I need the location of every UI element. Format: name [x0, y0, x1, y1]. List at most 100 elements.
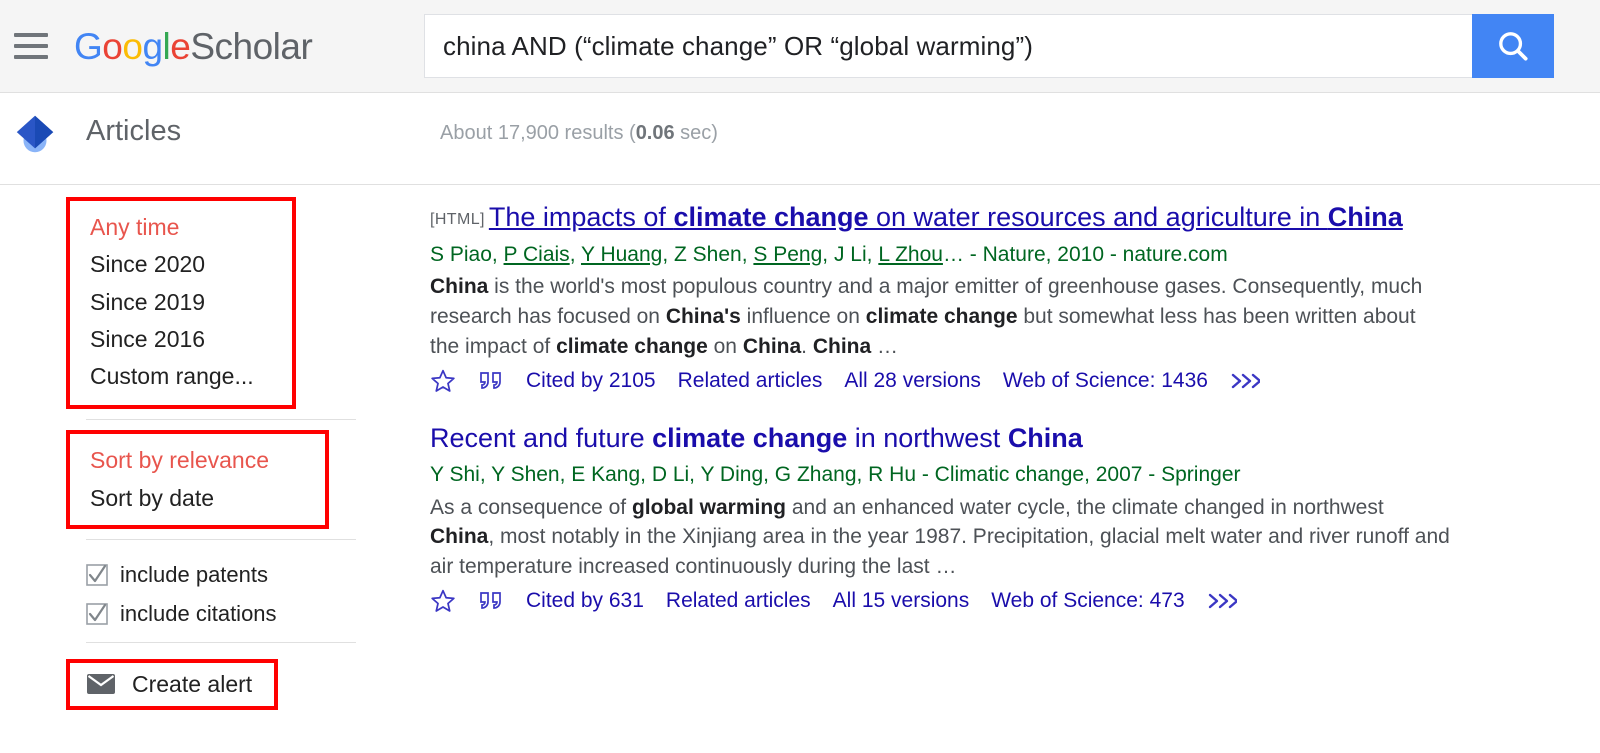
result-type-tag: [HTML] [430, 211, 485, 228]
title-text: The impacts of [488, 202, 674, 232]
result-title-link[interactable]: Recent and future climate change in nort… [430, 423, 1083, 453]
checkbox-group: include patents include citations [86, 550, 430, 625]
checkbox-label-1: include citations [120, 600, 277, 626]
title-text: Recent and future [430, 422, 653, 453]
related-articles-link[interactable]: Related articles [666, 589, 811, 613]
create-alert-button[interactable]: Create alert [70, 663, 274, 706]
create-alert-label: Create alert [132, 670, 253, 697]
sidebar-divider [86, 641, 356, 643]
cited-by-link[interactable]: Cited by 631 [526, 589, 644, 613]
quote-icon[interactable] [478, 590, 504, 612]
author-link[interactable]: Y Huang [581, 243, 662, 266]
sidebar: Any time Since 2020 Since 2019 Since 2016 Cu… [0, 185, 430, 753]
logo-letter-o2: o [122, 25, 143, 67]
page-body: Any time Since 2020 Since 2019 Since 2016 Cu… [0, 185, 1600, 753]
search-bar: china AND (“climate change” OR “global w… [424, 14, 1554, 78]
search-query-text: china AND (“climate change” OR “global w… [443, 30, 1034, 61]
author-text: , [491, 242, 504, 266]
cited-by-link[interactable]: Cited by 2105 [526, 369, 656, 393]
author-text: , [822, 242, 834, 266]
result-snippet: As a consequence of global warming and a… [430, 493, 1450, 582]
results-stats: About 17,900 results (0.06 sec) [440, 122, 718, 145]
snippet-highlight: China's [665, 304, 741, 328]
quote-icon[interactable] [478, 370, 504, 392]
time-filter-item-0[interactable]: Any time [70, 209, 292, 246]
hamburger-bar [14, 55, 48, 59]
double-chevron-icon[interactable] [1207, 591, 1237, 611]
snippet-text: , most notably in the Xinjiang area in t… [430, 525, 1450, 579]
all-versions-link[interactable]: All 15 versions [833, 589, 970, 613]
snippet-text: on [707, 334, 743, 358]
author-text: , [866, 242, 879, 266]
result-snippet: China is the world's most populous count… [430, 272, 1450, 361]
time-filter-group: Any time Since 2020 Since 2019 Since 2016 Cu… [70, 201, 292, 405]
result-actions: Cited by 2105 Related articles All 28 vers… [430, 368, 1560, 394]
hamburger-bar [14, 44, 48, 48]
checkbox-row-0[interactable]: include patents [86, 563, 430, 586]
snippet-text: . [801, 334, 813, 358]
result-item: [HTML] The impacts of climate change on w… [430, 199, 1560, 394]
title-text: on water resources and agriculture in [868, 202, 1328, 232]
star-outline-icon[interactable] [430, 588, 456, 614]
author-text: Z Shen [674, 242, 742, 266]
result-title-link[interactable]: The impacts of climate change on water r… [489, 202, 1403, 232]
title-highlight: climate change [652, 422, 848, 453]
checkbox-checked-icon[interactable] [86, 563, 108, 586]
articles-label: Articles [86, 115, 182, 147]
scholar-cap-icon [16, 115, 54, 153]
hamburger-bar [14, 33, 48, 37]
logo-letter-e: e [170, 25, 191, 67]
snippet-text: … [871, 334, 899, 358]
author-link[interactable]: P Ciais [504, 243, 570, 266]
time-filter-item-1[interactable]: Since 2020 [70, 246, 292, 283]
result-item: Recent and future climate change in nort… [430, 420, 1560, 615]
time-filter-item-4[interactable]: Custom range... [70, 358, 292, 395]
author-link[interactable]: S Peng [753, 243, 822, 266]
title-highlight: China [1007, 422, 1083, 453]
related-articles-link[interactable]: Related articles [678, 369, 823, 393]
create-alert-annotation-box: Create alert [66, 658, 279, 710]
star-outline-icon[interactable] [430, 368, 456, 394]
author-text: S Piao [430, 242, 492, 266]
snippet-highlight: China [430, 525, 489, 549]
result-authors-line: Y Shi, Y Shen, E Kang, D Li, Y Ding, G Z… [430, 461, 1560, 488]
logo-letter-o1: o [102, 25, 123, 67]
sidebar-divider [86, 538, 356, 540]
title-highlight: climate change [673, 202, 869, 232]
web-of-science-link[interactable]: Web of Science: 1436 [1003, 369, 1208, 393]
logo-letter-G: G [74, 25, 103, 67]
envelope-icon [87, 674, 115, 695]
search-button[interactable] [1472, 14, 1554, 78]
google-scholar-logo[interactable]: GoogleScholar [74, 25, 313, 67]
result-title: [HTML] The impacts of climate change on w… [430, 199, 1560, 237]
all-versions-link[interactable]: All 28 versions [844, 369, 981, 393]
snippet-text: As a consequence of [430, 495, 632, 519]
title-text: in northwest [847, 422, 1008, 453]
sort-filter-item-0[interactable]: Sort by relevance [70, 442, 325, 479]
logo-scholar-word: Scholar [190, 25, 313, 67]
checkbox-row-1[interactable]: include citations [86, 600, 430, 626]
snippet-text: and an enhanced water cycle, the climate… [786, 495, 1384, 519]
author-text: , [741, 242, 754, 266]
time-filter-item-2[interactable]: Since 2019 [70, 284, 292, 321]
author-text: , [569, 242, 581, 266]
results-subbar: Articles About 17,900 results (0.06 sec) [0, 93, 1600, 185]
hamburger-menu-icon[interactable] [14, 31, 48, 61]
snippet-highlight: China [430, 275, 489, 299]
author-link[interactable]: L Zhou [878, 243, 943, 266]
stats-suffix: sec) [674, 122, 718, 144]
author-text: , [662, 242, 675, 266]
sidebar-divider [86, 419, 356, 421]
time-filter-item-3[interactable]: Since 2016 [70, 321, 292, 358]
web-of-science-link[interactable]: Web of Science: 473 [991, 589, 1184, 613]
result-title: Recent and future climate change in nort… [430, 420, 1560, 458]
checkbox-checked-icon[interactable] [86, 602, 108, 625]
snippet-highlight: global warming [631, 495, 786, 519]
time-filter-annotation-box: Any time Since 2020 Since 2019 Since 2016 Cu… [66, 197, 296, 410]
search-input[interactable]: china AND (“climate change” OR “global w… [424, 14, 1472, 78]
results-list: [HTML] The impacts of climate change on w… [430, 185, 1600, 753]
sort-filter-item-1[interactable]: Sort by date [70, 480, 325, 517]
double-chevron-icon[interactable] [1230, 371, 1260, 391]
snippet-highlight: China [742, 334, 802, 358]
author-text: … - Nature, 2010 - nature.com [942, 242, 1228, 266]
